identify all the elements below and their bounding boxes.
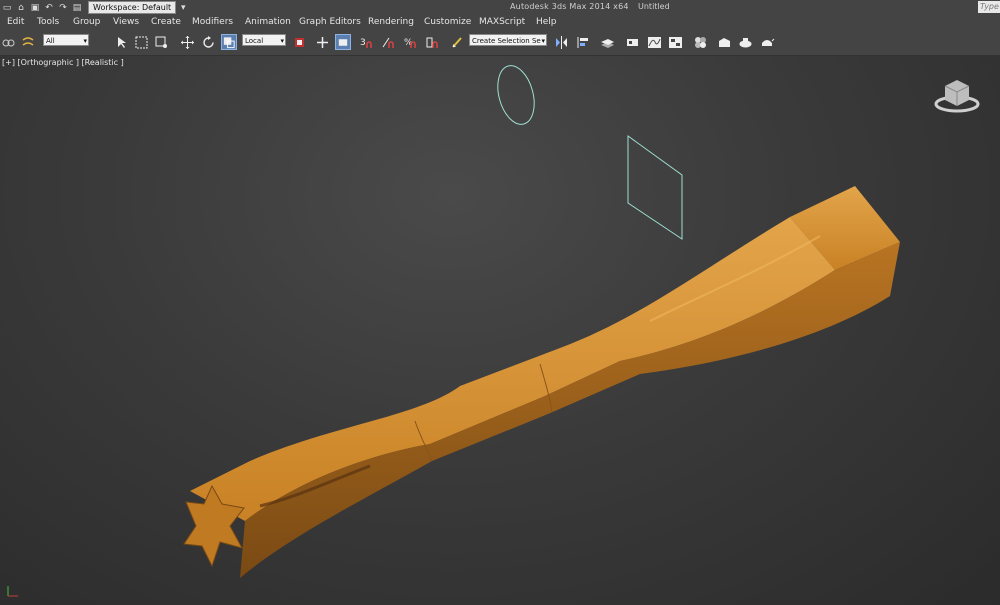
save-icon[interactable]: ▣ bbox=[29, 2, 41, 13]
menu-customize[interactable]: Customize bbox=[424, 17, 471, 27]
dropdown-arrow-icon[interactable]: ▾ bbox=[177, 2, 189, 13]
window-crossing-icon[interactable] bbox=[153, 34, 169, 50]
twisted-column-object[interactable] bbox=[183, 186, 900, 578]
snaps-toggle-icon[interactable]: 3 bbox=[358, 34, 374, 50]
rectangular-selection-icon[interactable] bbox=[133, 34, 149, 50]
open-file-icon[interactable]: ⌂ bbox=[15, 2, 27, 13]
link-icon[interactable] bbox=[0, 34, 16, 50]
scale-icon[interactable] bbox=[221, 34, 237, 50]
menu-create[interactable]: Create bbox=[151, 17, 181, 27]
search-input[interactable]: Type bbox=[978, 1, 1000, 13]
pivot-center-icon[interactable] bbox=[291, 34, 307, 50]
menu-edit[interactable]: Edit bbox=[7, 17, 24, 27]
menu-views[interactable]: Views bbox=[113, 17, 139, 27]
project-folder-icon[interactable]: ▤ bbox=[71, 2, 83, 13]
menu-modifiers[interactable]: Modifiers bbox=[192, 17, 233, 27]
edit-named-selection-icon[interactable] bbox=[449, 34, 465, 50]
menu-help[interactable]: Help bbox=[536, 17, 557, 27]
new-file-icon[interactable]: ▭ bbox=[1, 2, 13, 13]
menu-maxscript[interactable]: MAXScript bbox=[479, 17, 525, 27]
viewport-scene bbox=[7, 62, 980, 597]
svg-text:3: 3 bbox=[360, 38, 366, 48]
render-setup-icon[interactable] bbox=[716, 34, 732, 50]
quick-access-toolbar: ▭ ⌂ ▣ ↶ ↷ ▤ Workspace: Default ▾ bbox=[0, 0, 190, 15]
document-name: Untitled bbox=[638, 2, 670, 11]
select-object-icon[interactable] bbox=[114, 34, 130, 50]
select-manipulate-icon[interactable] bbox=[314, 34, 330, 50]
viewcube-icon[interactable] bbox=[934, 80, 980, 113]
reference-coordinate-dropdown[interactable]: Local ▾ bbox=[242, 34, 286, 46]
render-production-icon[interactable] bbox=[759, 34, 775, 50]
mirror-icon[interactable] bbox=[553, 34, 569, 50]
rectangle-shape-wireframe[interactable] bbox=[627, 135, 683, 240]
selection-filter-dropdown[interactable]: All ▾ bbox=[43, 34, 89, 46]
menu-rendering[interactable]: Rendering bbox=[368, 17, 414, 27]
rendered-frame-window-icon[interactable] bbox=[737, 34, 753, 50]
bind-space-warp-icon[interactable] bbox=[20, 34, 36, 50]
curve-editor-icon[interactable] bbox=[646, 34, 662, 50]
window-title: Autodesk 3ds Max 2014 x64 bbox=[510, 2, 629, 11]
named-selection-dropdown[interactable]: Create Selection Se ▾ bbox=[469, 34, 547, 46]
graphite-tools-icon[interactable] bbox=[624, 34, 640, 50]
menu-tools[interactable]: Tools bbox=[37, 17, 59, 27]
keyboard-shortcut-override-icon[interactable] bbox=[335, 34, 351, 50]
menu-graph-editors[interactable]: Graph Editors bbox=[299, 17, 361, 27]
title-bar: ▭ ⌂ ▣ ↶ ↷ ▤ Workspace: Default ▾ Autodes… bbox=[0, 0, 1000, 15]
spinner-snap-icon[interactable] bbox=[424, 34, 440, 50]
workspace-dropdown[interactable]: Workspace: Default bbox=[88, 1, 177, 14]
menu-animation[interactable]: Animation bbox=[245, 17, 291, 27]
align-icon[interactable] bbox=[575, 34, 591, 50]
material-editor-icon[interactable] bbox=[692, 34, 708, 50]
menu-bar: Edit Tools Group Views Create Modifiers … bbox=[0, 15, 1000, 30]
circle-shape-wireframe[interactable] bbox=[492, 62, 540, 129]
layer-manager-icon[interactable] bbox=[599, 34, 615, 50]
angle-snap-icon[interactable] bbox=[380, 34, 396, 50]
percent-snap-icon[interactable]: % bbox=[402, 34, 418, 50]
perspective-viewport[interactable]: [+] [Orthographic ] [Realistic ] bbox=[0, 56, 1000, 605]
undo-icon[interactable]: ↶ bbox=[43, 2, 55, 13]
axis-tripod-icon bbox=[7, 586, 18, 597]
rotate-icon[interactable] bbox=[200, 34, 216, 50]
redo-icon[interactable]: ↷ bbox=[57, 2, 69, 13]
schematic-view-icon[interactable] bbox=[667, 34, 683, 50]
move-icon[interactable] bbox=[179, 34, 195, 50]
menu-group[interactable]: Group bbox=[73, 17, 100, 27]
main-toolbar: All ▾ Local ▾ 3 % Create Selection Se ▾ bbox=[0, 30, 1000, 56]
